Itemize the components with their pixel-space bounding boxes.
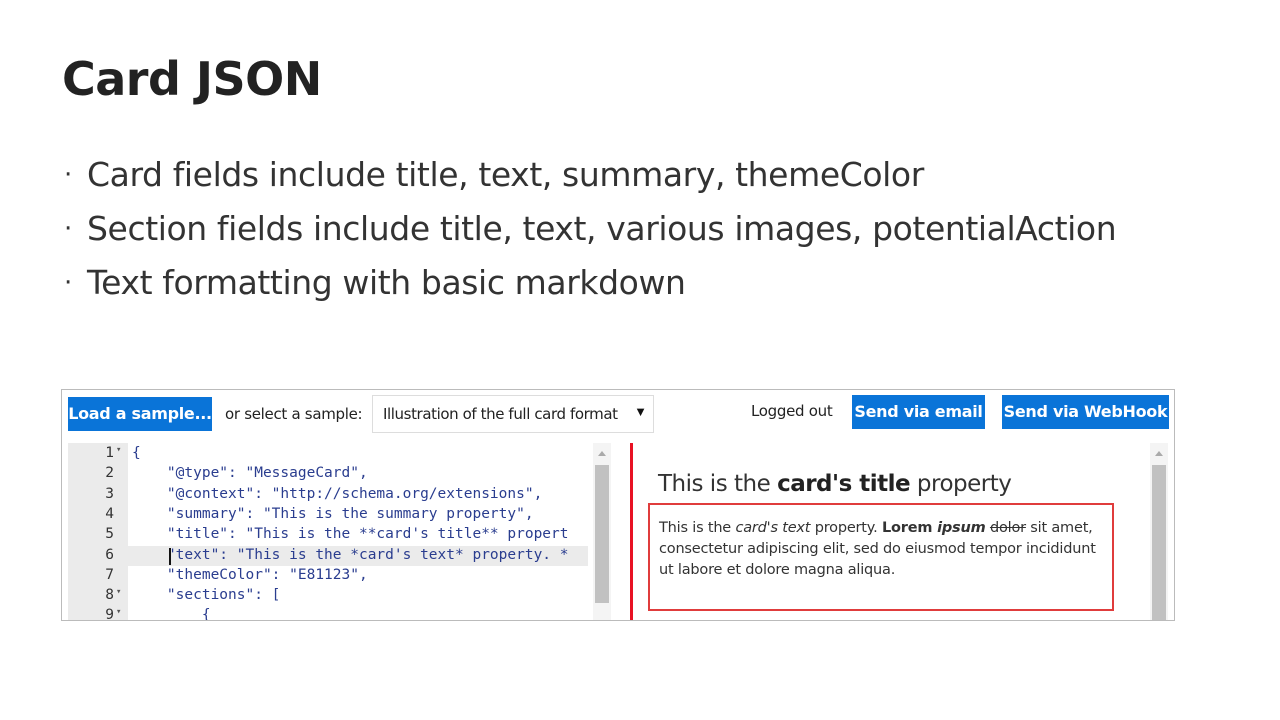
fold-icon[interactable]: ▾ xyxy=(116,607,121,617)
slide-title: Card JSON xyxy=(62,52,322,106)
bullet-item: · Card fields include title, text, summar… xyxy=(62,152,1116,206)
code-text: "summary": "This is the summary property… xyxy=(132,505,534,522)
login-status: Logged out xyxy=(751,402,833,420)
card-text-highlight: This is the card's text property. Lorem … xyxy=(648,503,1114,611)
code-text: "sections": [ xyxy=(132,587,281,604)
preview-scrollbar-thumb[interactable] xyxy=(1152,465,1166,620)
editor-line[interactable]: 5 "title": "This is the **card's title**… xyxy=(68,525,588,545)
code-text: "themeColor": "E81123", xyxy=(132,566,368,583)
bullet-dot: · xyxy=(64,268,73,298)
line-number: 2 xyxy=(105,465,114,482)
chevron-down-icon: ▼ xyxy=(634,404,647,419)
bullet-item: · Text formatting with basic markdown xyxy=(62,260,1116,314)
line-number: 4 xyxy=(105,505,114,522)
sample-select-value: Illustration of the full card format xyxy=(383,405,618,423)
code-text: "@type": "MessageCard", xyxy=(132,465,368,482)
line-number: 8 xyxy=(105,587,114,604)
card-preview: This is the card's title property This i… xyxy=(630,443,1126,620)
select-sample-label: or select a sample: xyxy=(225,405,363,423)
editor-line[interactable]: 7 "themeColor": "E81123", xyxy=(68,566,588,586)
card-text: This is the card's text property. Lorem … xyxy=(659,520,1096,578)
fold-icon[interactable]: ▾ xyxy=(116,445,121,455)
sample-select[interactable]: Illustration of the full card format ▼ xyxy=(372,395,654,433)
editor-scrollbar[interactable] xyxy=(593,443,611,620)
send-email-button[interactable]: Send via email xyxy=(852,395,985,429)
card-title: This is the card's title property xyxy=(658,471,1012,497)
card-playground-screenshot: Load a sample... or select a sample: Ill… xyxy=(61,389,1175,621)
code-text: { xyxy=(132,445,141,461)
bullet-item: · Section fields include title, text, var… xyxy=(62,206,1117,260)
line-number: 5 xyxy=(105,526,114,543)
bullet-dot: · xyxy=(64,214,73,244)
scroll-up-icon[interactable] xyxy=(598,451,606,456)
code-text: "@context": "http://schema.org/extension… xyxy=(132,485,543,502)
bullet-list: · Card fields include title, text, summar… xyxy=(62,152,1117,314)
line-number: 6 xyxy=(105,546,114,563)
line-number: 9 xyxy=(105,607,114,621)
line-number: 3 xyxy=(105,485,114,502)
load-sample-button[interactable]: Load a sample... xyxy=(68,397,212,431)
json-editor[interactable]: 1 ▾{2 "@type": "MessageCard", 3 "@context"… xyxy=(68,443,611,621)
send-webhook-button[interactable]: Send via WebHook xyxy=(1002,395,1169,429)
fold-icon[interactable]: ▾ xyxy=(116,587,121,597)
editor-line[interactable]: 1 ▾ { xyxy=(68,444,588,464)
editor-line[interactable]: 6 "text": "This is the *card's text* pro… xyxy=(68,545,588,566)
line-number: 1 xyxy=(105,445,114,461)
editor-scrollbar-thumb[interactable] xyxy=(595,465,609,603)
code-text: "title": "This is the **card's title** p… xyxy=(132,526,569,543)
editor-line[interactable]: 3 "@context": "http://schema.org/extensi… xyxy=(68,485,588,505)
theme-color-bar xyxy=(630,443,633,620)
editor-line[interactable]: 9 ▾ { xyxy=(68,606,588,621)
editor-line[interactable]: 4 "summary": "This is the summary proper… xyxy=(68,505,588,525)
preview-scrollbar[interactable] xyxy=(1150,443,1168,620)
code-text: "text": "This is the *card's text* prope… xyxy=(132,546,569,563)
line-number: 7 xyxy=(105,566,114,583)
bullet-dot: · xyxy=(64,160,73,190)
editor-line[interactable]: 8 ▾ "sections": [ xyxy=(68,586,588,606)
code-text: { xyxy=(132,607,211,621)
text-cursor xyxy=(169,547,171,565)
editor-line[interactable]: 2 "@type": "MessageCard", xyxy=(68,464,588,484)
scroll-up-icon[interactable] xyxy=(1155,451,1163,456)
